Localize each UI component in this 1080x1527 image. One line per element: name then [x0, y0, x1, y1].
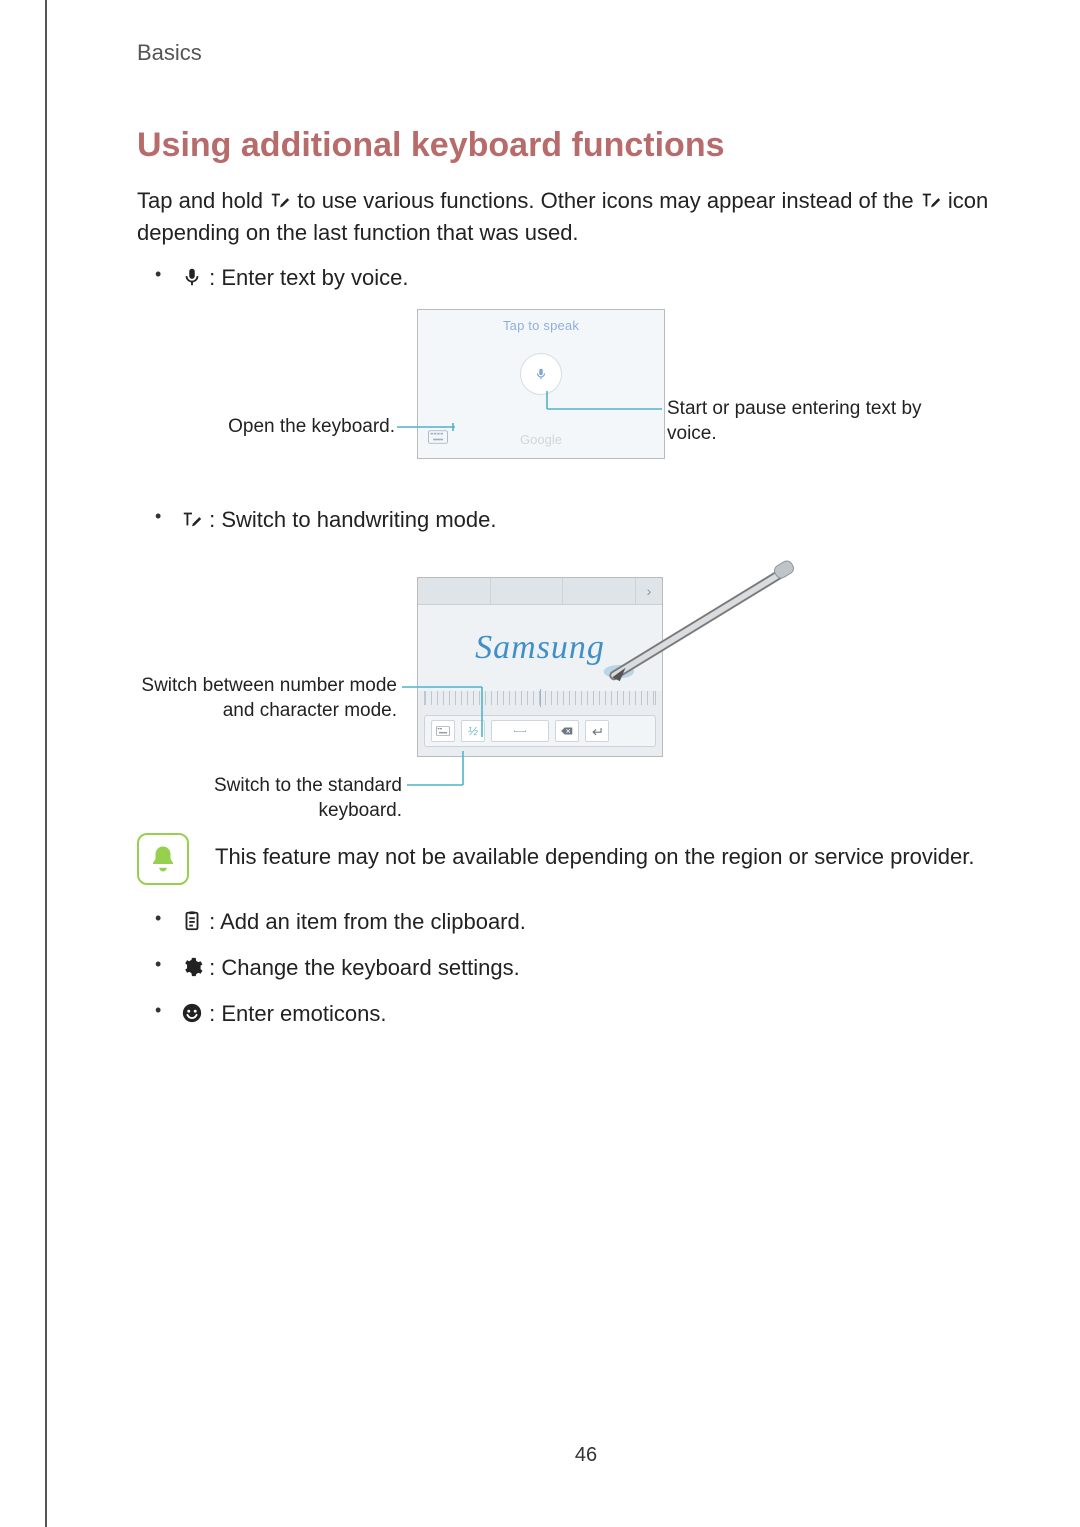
mic-button[interactable]	[520, 353, 562, 395]
t-pen-icon	[920, 188, 942, 210]
callout-standard-keyboard: Switch to the standard keyboard.	[137, 774, 402, 823]
smiley-icon	[181, 1000, 203, 1022]
bullet-handwriting: : Switch to handwriting mode.	[137, 503, 1035, 537]
mic-icon	[181, 264, 203, 286]
handwriting-panel: › Samsung ½	[417, 577, 663, 757]
space-button[interactable]	[491, 720, 549, 742]
t-pen-icon	[181, 506, 203, 528]
intro-part2: to use various functions. Other icons ma…	[297, 188, 919, 213]
bullet-handwriting-text: : Switch to handwriting mode.	[209, 507, 496, 532]
callout-number-mode: Switch between number mode and character…	[137, 674, 397, 723]
handwriting-sample-text: Samsung	[475, 629, 605, 667]
tap-to-speak-label: Tap to speak	[418, 310, 664, 333]
note-row: This feature may not be available depend…	[137, 833, 1035, 885]
backspace-button[interactable]	[555, 720, 579, 742]
handwriting-bottombar: ½	[424, 715, 656, 747]
section-header: Basics	[137, 40, 1035, 66]
bullet-voice: : Enter text by voice.	[137, 261, 1035, 295]
bullet-emoticons: : Enter emoticons.	[137, 997, 1035, 1031]
bullet-settings-text: : Change the keyboard settings.	[209, 955, 520, 980]
intro-paragraph: Tap and hold to use various functions. O…	[137, 185, 1035, 249]
topbar-seg[interactable]	[418, 578, 491, 604]
bullet-emoticons-text: : Enter emoticons.	[209, 1001, 386, 1026]
mode-toggle-button[interactable]: ½	[461, 720, 485, 742]
topbar-seg[interactable]	[491, 578, 564, 604]
bullet-settings: : Change the keyboard settings.	[137, 951, 1035, 985]
handwriting-topbar: ›	[418, 578, 662, 605]
figure-voice-input: Tap to speak Google Open the keyboard. S…	[137, 309, 1037, 479]
enter-button[interactable]	[585, 720, 609, 742]
google-label: Google	[418, 432, 664, 447]
notice-bell-icon	[137, 833, 189, 885]
callout-open-keyboard: Open the keyboard.	[215, 415, 395, 440]
intro-part1: Tap and hold	[137, 188, 269, 213]
bullet-clipboard: : Add an item from the clipboard.	[137, 905, 1035, 939]
handwriting-area[interactable]: Samsung	[418, 605, 662, 691]
t-pen-icon	[269, 188, 291, 210]
topbar-expand[interactable]: ›	[636, 578, 662, 604]
clipboard-icon	[181, 908, 203, 930]
callout-start-pause-voice: Start or pause entering text by voice.	[667, 397, 957, 446]
note-text: This feature may not be available depend…	[215, 833, 974, 873]
page-title: Using additional keyboard functions	[137, 126, 1035, 165]
keyboard-switch-button[interactable]	[431, 720, 455, 742]
bullet-voice-text: : Enter text by voice.	[209, 265, 408, 290]
handwriting-ruler	[424, 691, 656, 705]
voice-panel: Tap to speak Google	[417, 309, 665, 459]
bullet-clipboard-text: : Add an item from the clipboard.	[209, 909, 526, 934]
page-number: 46	[47, 1444, 1080, 1467]
gear-icon	[181, 954, 203, 976]
figure-handwriting: › Samsung ½	[137, 549, 1037, 809]
topbar-seg[interactable]	[563, 578, 636, 604]
